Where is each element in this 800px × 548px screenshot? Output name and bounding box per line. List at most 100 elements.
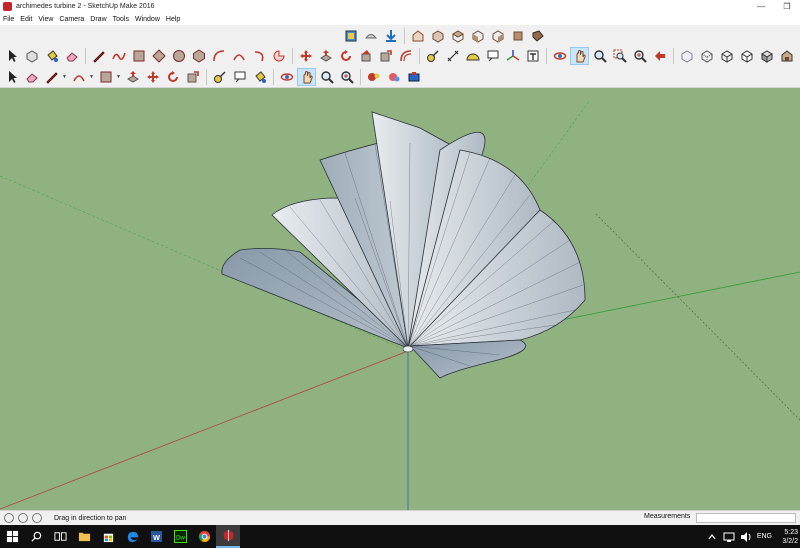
scale-icon[interactable] xyxy=(183,68,202,86)
geo-location-icon[interactable] xyxy=(4,513,14,523)
pan-icon[interactable] xyxy=(297,67,316,86)
language-indicator[interactable]: ENG xyxy=(757,533,772,540)
model-viewport[interactable] xyxy=(0,88,800,510)
volume-icon[interactable] xyxy=(740,531,752,543)
chevron-down-icon[interactable]: ▼ xyxy=(116,68,121,86)
maximize-icon[interactable]: ❐ xyxy=(774,0,800,13)
clock[interactable]: 5:23 3/2/2 xyxy=(780,528,798,546)
edge-icon[interactable] xyxy=(120,525,144,548)
select-icon[interactable] xyxy=(2,68,21,86)
rotated-rectangle-icon[interactable] xyxy=(149,47,168,65)
paint-bucket-icon[interactable] xyxy=(42,47,61,65)
left-view-icon[interactable] xyxy=(528,27,547,45)
get-models-icon[interactable] xyxy=(381,27,400,45)
shaded-textures-icon[interactable] xyxy=(777,47,796,65)
pan-icon[interactable] xyxy=(570,46,589,65)
tape-measure-icon[interactable] xyxy=(423,47,442,65)
store-icon[interactable] xyxy=(96,525,120,548)
eraser-icon[interactable] xyxy=(22,68,41,86)
sketchup-icon[interactable] xyxy=(216,525,240,548)
previous-view-icon[interactable] xyxy=(650,47,669,65)
orbit-icon[interactable] xyxy=(550,47,569,65)
file-explorer-icon[interactable] xyxy=(72,525,96,548)
user-icon[interactable] xyxy=(32,513,42,523)
share-model-icon[interactable] xyxy=(408,27,427,45)
arc-icon[interactable] xyxy=(69,68,88,86)
menu-tools[interactable]: Tools xyxy=(110,16,132,23)
task-view-icon[interactable] xyxy=(48,525,72,548)
select-icon[interactable] xyxy=(2,47,21,65)
text-icon[interactable] xyxy=(230,68,249,86)
look-around-icon[interactable] xyxy=(384,68,403,86)
push-pull-icon[interactable] xyxy=(316,47,335,65)
menu-file[interactable]: File xyxy=(0,16,17,23)
zoom-extents-icon[interactable] xyxy=(337,68,356,86)
menu-draw[interactable]: Draw xyxy=(87,16,109,23)
menu-edit[interactable]: Edit xyxy=(17,16,35,23)
search-icon[interactable] xyxy=(24,525,48,548)
make-component-icon[interactable] xyxy=(22,47,41,65)
iso-view-icon[interactable] xyxy=(428,27,447,45)
circle-icon[interactable] xyxy=(169,47,188,65)
tape-measure-icon[interactable] xyxy=(210,68,229,86)
rotate-icon[interactable] xyxy=(336,47,355,65)
word-icon[interactable]: W xyxy=(144,525,168,548)
paint-bucket-icon[interactable] xyxy=(250,68,269,86)
zoom-icon[interactable] xyxy=(317,68,336,86)
rotate-icon[interactable] xyxy=(163,68,182,86)
network-icon[interactable] xyxy=(723,531,735,543)
polygon-icon[interactable] xyxy=(189,47,208,65)
move-icon[interactable] xyxy=(143,68,162,86)
follow-me-icon[interactable] xyxy=(356,47,375,65)
top-view-icon[interactable] xyxy=(448,27,467,45)
menu-window[interactable]: Window xyxy=(132,16,163,23)
axes-icon[interactable] xyxy=(503,47,522,65)
orbit-icon[interactable] xyxy=(277,68,296,86)
dreamweaver-icon[interactable]: Dw xyxy=(168,525,192,548)
credits-icon[interactable] xyxy=(18,513,28,523)
pie-icon[interactable] xyxy=(269,47,288,65)
3d-warehouse-icon[interactable] xyxy=(361,27,380,45)
wireframe-icon[interactable] xyxy=(717,47,736,65)
rectangle-icon[interactable] xyxy=(129,47,148,65)
zoom-extents-icon[interactable] xyxy=(630,47,649,65)
offset-icon[interactable] xyxy=(396,47,415,65)
minimize-icon[interactable]: — xyxy=(748,0,774,13)
walk-icon[interactable] xyxy=(364,68,383,86)
back-view-icon[interactable] xyxy=(508,27,527,45)
zoom-icon[interactable] xyxy=(590,47,609,65)
move-icon[interactable] xyxy=(296,47,315,65)
line-icon[interactable] xyxy=(42,68,61,86)
hidden-line-icon[interactable] xyxy=(737,47,756,65)
3d-text-icon[interactable] xyxy=(523,47,542,65)
chevron-up-icon[interactable] xyxy=(706,531,718,543)
menu-camera[interactable]: Camera xyxy=(56,16,87,23)
chrome-icon[interactable] xyxy=(192,525,216,548)
measurements-field[interactable] xyxy=(696,513,796,523)
menu-view[interactable]: View xyxy=(35,16,56,23)
right-view-icon[interactable] xyxy=(488,27,507,45)
scale-icon[interactable] xyxy=(376,47,395,65)
xray-icon[interactable] xyxy=(677,47,696,65)
position-camera-icon[interactable] xyxy=(404,68,423,86)
push-pull-icon[interactable] xyxy=(123,68,142,86)
chevron-down-icon[interactable]: ▼ xyxy=(89,68,94,86)
text-icon[interactable] xyxy=(483,47,502,65)
freehand-icon[interactable] xyxy=(109,47,128,65)
2pt-arc-icon[interactable] xyxy=(229,47,248,65)
arc-icon[interactable] xyxy=(209,47,228,65)
dimension-icon[interactable] xyxy=(443,47,462,65)
back-edges-icon[interactable] xyxy=(697,47,716,65)
zoom-window-icon[interactable] xyxy=(610,47,629,65)
eraser-icon[interactable] xyxy=(62,47,81,65)
chevron-down-icon[interactable]: ▼ xyxy=(62,68,67,86)
menu-help[interactable]: Help xyxy=(163,16,183,23)
pencil-icon[interactable] xyxy=(89,47,108,65)
front-view-icon[interactable] xyxy=(468,27,487,45)
3pt-arc-icon[interactable] xyxy=(249,47,268,65)
protractor-icon[interactable] xyxy=(463,47,482,65)
component-icon[interactable] xyxy=(341,27,360,45)
windows-start-icon[interactable] xyxy=(0,525,24,548)
rectangle-icon[interactable] xyxy=(96,68,115,86)
shaded-icon[interactable] xyxy=(757,47,776,65)
